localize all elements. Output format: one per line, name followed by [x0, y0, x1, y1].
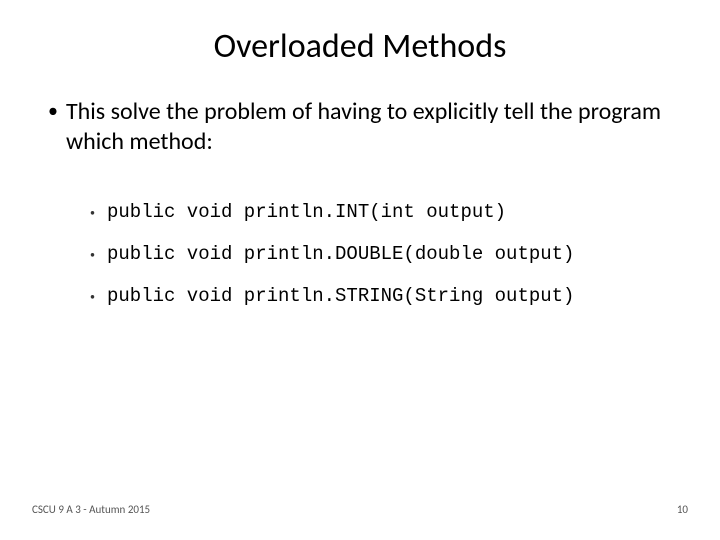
- code-text: public void println.STRING(String output…: [107, 285, 574, 307]
- sub-bullet: • public void println.INT(int output): [90, 201, 672, 223]
- footer-course: CSCU 9 A 3 - Autumn 2015: [32, 503, 150, 516]
- main-bullet-text: This solve the problem of having to expl…: [66, 97, 672, 157]
- sub-bullet: • public void println.DOUBLE(double outp…: [90, 243, 672, 265]
- sub-bullet: • public void println.STRING(String outp…: [90, 285, 672, 307]
- code-text: public void println.DOUBLE(double output…: [107, 243, 574, 265]
- slide-number: 10: [677, 503, 688, 516]
- bullet-icon: •: [90, 290, 95, 303]
- slide-body: • This solve the problem of having to ex…: [0, 97, 720, 307]
- sub-bullet-list: • public void println.INT(int output) • …: [48, 201, 672, 307]
- slide-title: Overloaded Methods: [0, 26, 720, 67]
- bullet-icon: •: [90, 206, 95, 219]
- slide: Overloaded Methods • This solve the prob…: [0, 0, 720, 540]
- main-bullet: • This solve the problem of having to ex…: [48, 97, 672, 157]
- bullet-icon: •: [90, 248, 95, 261]
- code-text: public void println.INT(int output): [107, 201, 506, 223]
- bullet-icon: •: [48, 101, 58, 121]
